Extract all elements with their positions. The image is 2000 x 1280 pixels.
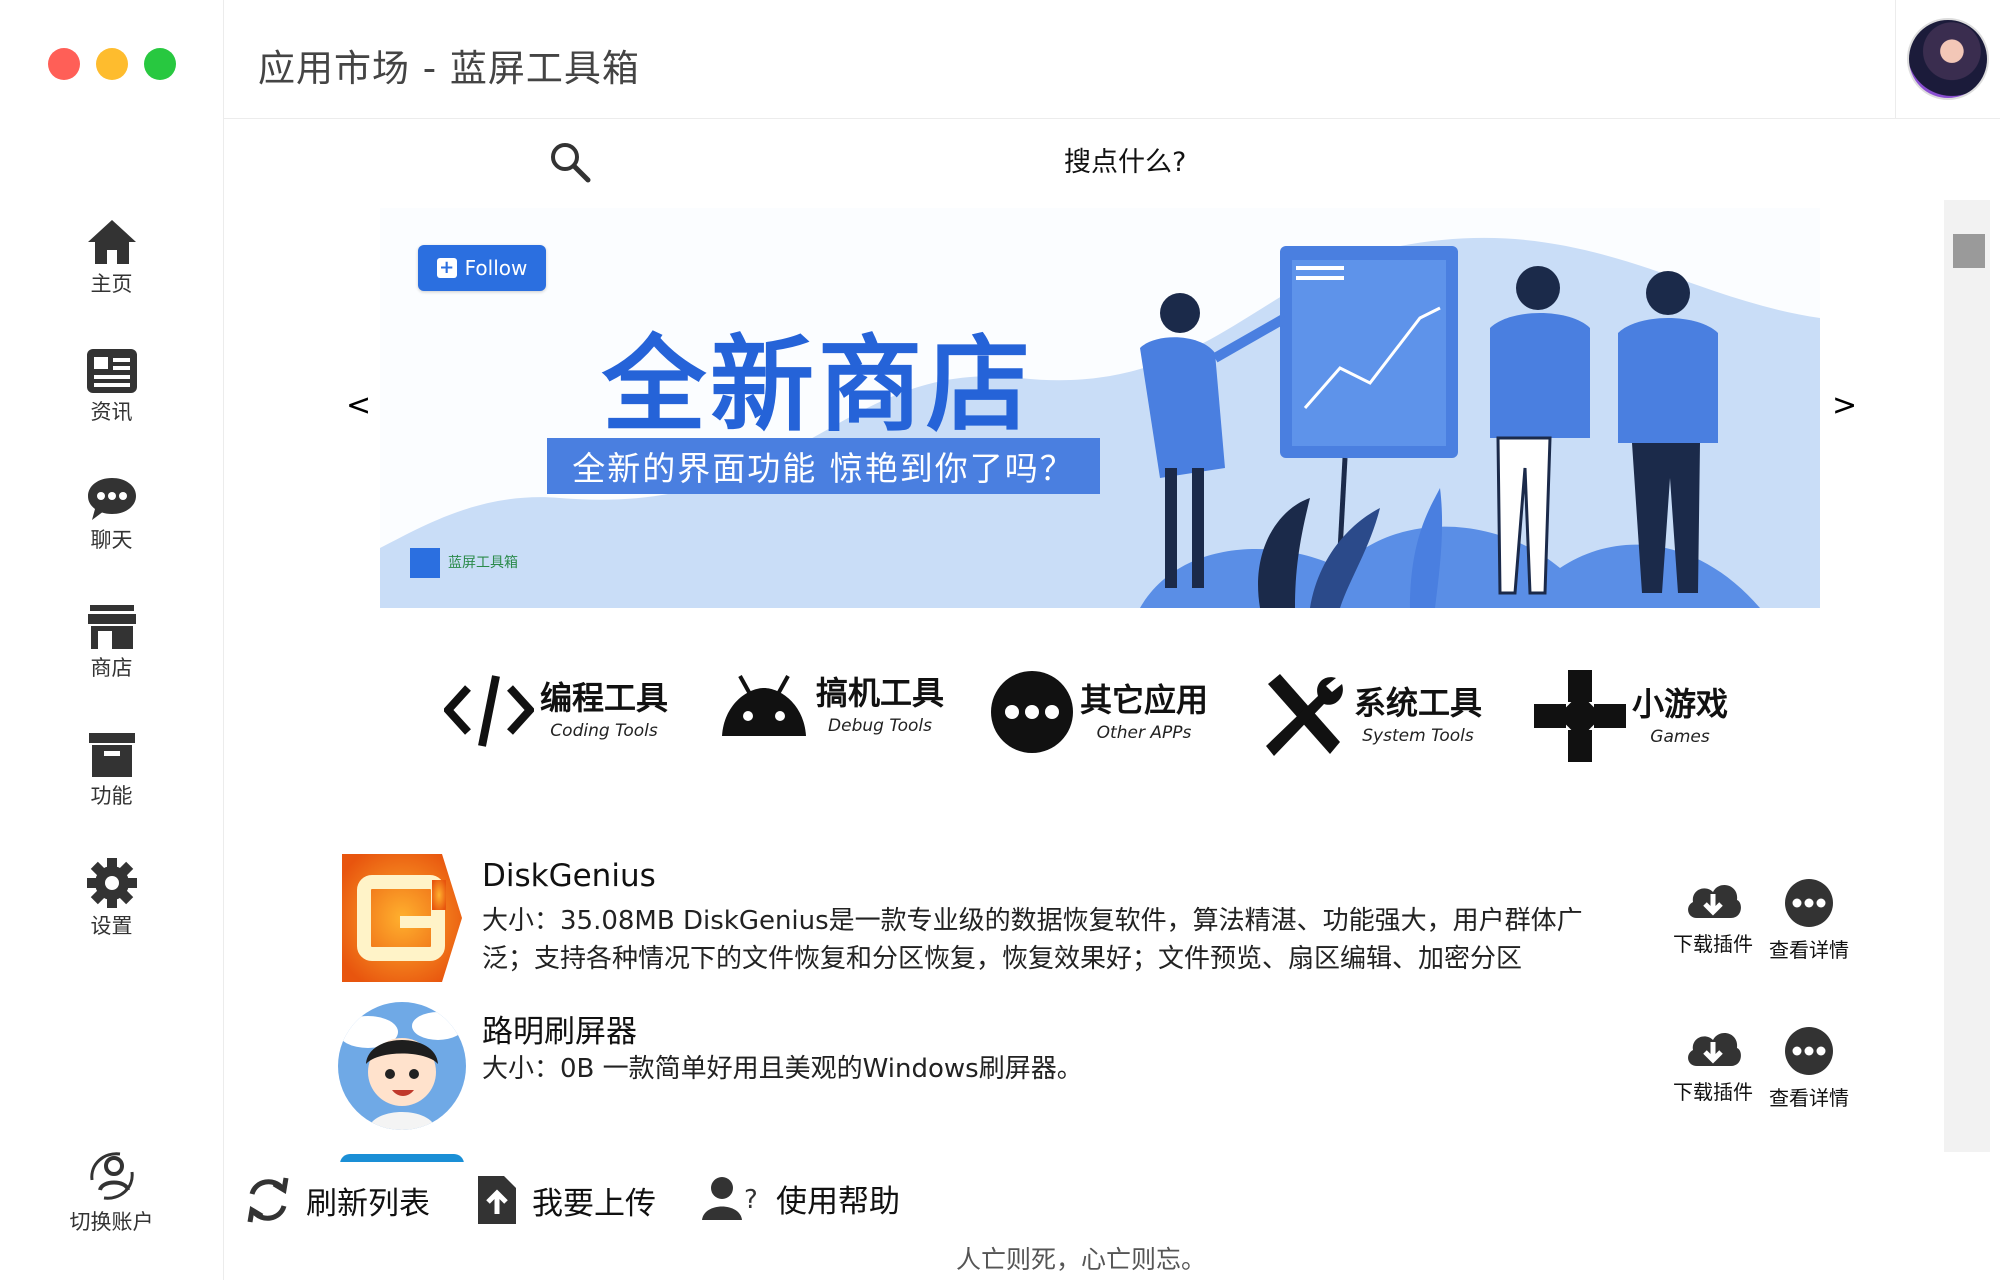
help-label: 使用帮助 (776, 1183, 900, 1220)
footer-motto: 人亡则死，心亡则忘。 (955, 1245, 1206, 1274)
category-sublabel: Debug Tools (828, 716, 932, 736)
refresh-list-button[interactable]: 刷新列表 (244, 1174, 430, 1226)
minimize-window-button[interactable] (96, 48, 128, 80)
refresh-list-label: 刷新列表 (306, 1185, 430, 1222)
sidebar-item-features[interactable]: 功能 (0, 732, 223, 810)
luming-app-icon (338, 1002, 466, 1130)
gear-icon (86, 858, 137, 908)
category-label: 编程工具 (540, 679, 669, 717)
svg-text:?: ? (744, 1185, 758, 1215)
refresh-icon (247, 1177, 289, 1223)
search-icon[interactable] (548, 140, 592, 188)
tools-icon (1266, 674, 1343, 756)
category-sublabel: Games (1650, 727, 1710, 747)
category-other-apps[interactable]: 其它应用 Other APPs (990, 670, 1208, 754)
upload-button[interactable]: 我要上传 (476, 1174, 656, 1226)
category-system-tools[interactable]: 系统工具 System Tools (1258, 670, 1482, 760)
close-window-button[interactable] (48, 48, 80, 80)
archive-icon (88, 733, 135, 777)
sidebar-item-label: 商店 (90, 656, 133, 680)
download-plugin-label: 下载插件 (1673, 1080, 1753, 1104)
banner-next-button[interactable]: > (1832, 388, 1857, 423)
diskgenius-app-icon (342, 854, 462, 982)
android-icon (722, 675, 806, 736)
download-plugin-button[interactable]: 下载插件 (1668, 1026, 1758, 1105)
sidebar-item-label: 资讯 (90, 400, 133, 424)
sidebar-item-label: 设置 (90, 914, 133, 938)
category-games[interactable]: 小游戏 Games (1534, 670, 1728, 762)
help-icon: ? (702, 1177, 758, 1220)
user-avatar-button[interactable] (1895, 0, 2000, 118)
switch-account-icon (89, 1152, 134, 1200)
upload-file-icon (478, 1176, 516, 1224)
sidebar: 主页 资讯 聊天 商店 功能 设置 切换账户 (0, 0, 224, 1280)
plus-icon: + (436, 258, 457, 278)
list-item[interactable]: DiskGenius 大小：35.08MB DiskGenius是一款专业级的数… (336, 850, 1866, 990)
window-controls (48, 48, 176, 80)
promo-banner[interactable]: + Follow 全新商店 全新的界面功能 惊艳到你了吗？ 蓝屏工具箱 (380, 208, 1820, 608)
banner-prev-button[interactable]: < (346, 388, 371, 423)
category-label: 系统工具 (1354, 684, 1483, 722)
sidebar-item-settings[interactable]: 设置 (0, 858, 223, 940)
search-input[interactable]: 搜点什么? (1064, 140, 1186, 179)
download-icon (1688, 1033, 1741, 1066)
chat-icon (87, 478, 136, 520)
code-icon (444, 675, 534, 747)
banner-background-shape (380, 208, 1820, 608)
bottom-toolbar: 刷新列表 我要上传 ? 使用帮助 人亡则死，心亡则忘。 (224, 1160, 2000, 1280)
app-list: DiskGenius 大小：35.08MB DiskGenius是一款专业级的数… (336, 850, 1866, 1162)
sidebar-item-store[interactable]: 商店 (0, 604, 223, 682)
view-details-label: 查看详情 (1769, 938, 1849, 962)
switch-account-label: 切换账户 (69, 1210, 154, 1234)
more-icon (1785, 879, 1833, 927)
sidebar-item-chat[interactable]: 聊天 (0, 476, 223, 554)
logo-icon (410, 548, 440, 578)
app-name: 路明刷屏器 (482, 1014, 637, 1050)
category-label: 搞机工具 (816, 674, 945, 712)
switch-account-button[interactable]: 切换账户 (0, 1150, 223, 1236)
news-icon (86, 349, 137, 393)
view-details-label: 查看详情 (1769, 1086, 1849, 1110)
sidebar-item-home[interactable]: 主页 (0, 218, 223, 298)
app-name: DiskGenius (482, 858, 656, 894)
banner-headline: 全新商店 (602, 324, 1035, 446)
home-icon (87, 220, 136, 264)
upload-label: 我要上传 (532, 1185, 656, 1222)
scrollbar-track[interactable] (1944, 200, 1990, 1152)
follow-label: Follow (464, 256, 528, 280)
app-description: 大小：35.08MB DiskGenius是一款专业级的数据恢复软件，算法精湛、… (482, 906, 1583, 974)
view-details-button[interactable]: 查看详情 (1764, 1026, 1854, 1111)
banner-logo-text: 蓝屏工具箱 (448, 555, 518, 571)
sidebar-item-label: 主页 (90, 272, 133, 296)
sidebar-item-news[interactable]: 资讯 (0, 348, 223, 426)
page-title: 应用市场 - 蓝屏工具箱 (258, 47, 640, 90)
banner-subline: 全新的界面功能 惊艳到你了吗？ (547, 438, 1100, 494)
app-description: 大小：0B 一款简单好用且美观的Windows刷屏器。 (482, 1054, 1083, 1084)
scrollbar-thumb[interactable] (1953, 234, 1985, 268)
store-icon (87, 605, 136, 649)
category-sublabel: Coding Tools (550, 721, 658, 741)
category-sublabel: Other APPs (1096, 723, 1192, 743)
more-icon (991, 671, 1073, 753)
more-icon (1785, 1027, 1833, 1075)
banner-logo: 蓝屏工具箱 (410, 548, 518, 578)
category-label: 小游戏 (1632, 685, 1729, 723)
category-label: 其它应用 (1080, 681, 1209, 719)
view-details-button[interactable]: 查看详情 (1764, 878, 1854, 963)
category-coding-tools[interactable]: 编程工具 Coding Tools (444, 670, 668, 750)
follow-button[interactable]: + Follow (418, 245, 546, 291)
download-icon (1688, 885, 1741, 918)
download-plugin-label: 下载插件 (1673, 932, 1753, 956)
avatar (1907, 18, 1989, 100)
gamepad-icon (1534, 670, 1626, 762)
category-debug-tools[interactable]: 搞机工具 Debug Tools (718, 670, 944, 740)
download-plugin-button[interactable]: 下载插件 (1668, 878, 1758, 957)
zoom-window-button[interactable] (144, 48, 176, 80)
list-item[interactable]: 路明刷屏器 大小：0B 一款简单好用且美观的Windows刷屏器。 下载插件 查… (336, 998, 1866, 1138)
sidebar-item-label: 聊天 (90, 528, 133, 552)
category-sublabel: System Tools (1362, 726, 1474, 746)
help-button[interactable]: ? 使用帮助 (702, 1174, 900, 1222)
header: 应用市场 - 蓝屏工具箱 (224, 0, 2000, 119)
sidebar-item-label: 功能 (90, 784, 133, 808)
